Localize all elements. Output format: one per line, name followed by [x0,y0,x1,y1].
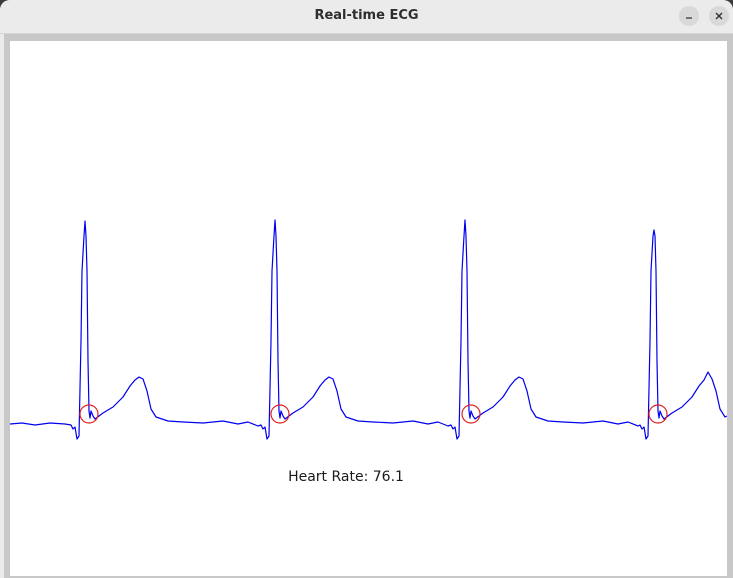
minimize-icon [686,17,692,19]
heart-rate-value: 76.1 [372,469,404,485]
r-peak-markers [79,404,668,424]
ecg-canvas: Heart Rate: 76.1 [9,41,728,576]
close-icon [715,12,723,20]
heart-rate-readout: Heart Rate: 76.1 [10,469,682,485]
heart-rate-label: Heart Rate: [288,469,373,485]
minimize-button[interactable] [679,6,699,26]
title-bar[interactable]: Real-time ECG [0,0,733,34]
close-button[interactable] [709,6,729,26]
app-window: Real-time ECG Heart Rate: 76.1 [0,0,733,578]
ecg-trace [9,219,728,440]
window-title: Real-time ECG [314,8,419,23]
ecg-plot [9,219,728,440]
